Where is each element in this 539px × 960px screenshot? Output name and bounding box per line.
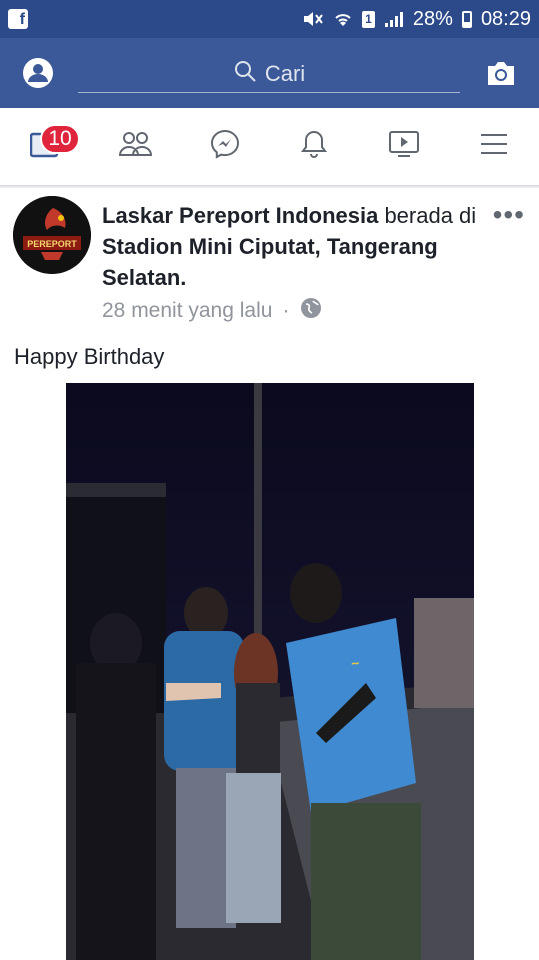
menu-icon: [479, 132, 509, 161]
tab-news-feed[interactable]: 10: [0, 108, 90, 185]
search-input[interactable]: Cari: [78, 55, 460, 93]
friends-icon: [118, 130, 152, 163]
location-link[interactable]: Stadion Mini Ciputat, Tangerang Selatan.: [102, 234, 438, 290]
more-options-icon[interactable]: •••: [493, 201, 525, 229]
globe-icon: [299, 296, 323, 326]
profile-icon[interactable]: [22, 57, 54, 89]
connector-text: berada di: [378, 203, 477, 228]
wifi-icon: [333, 10, 353, 28]
search-icon: [233, 59, 257, 89]
bell-icon: [300, 129, 328, 164]
tab-menu[interactable]: [449, 108, 539, 185]
tab-video[interactable]: [359, 108, 449, 185]
page-name-link[interactable]: Laskar Pereport Indonesia: [102, 203, 378, 228]
post-header: Laskar Pereport Indonesia berada di Stad…: [102, 200, 497, 293]
status-bar: f 1 28% 08:29: [0, 0, 539, 38]
post-caption: Happy Birthday: [14, 344, 165, 369]
video-frame: ~: [66, 383, 474, 960]
post-time[interactable]: 28 menit yang lalu: [102, 299, 272, 323]
post-card: PEREPORT Laskar Pereport Indonesia berad…: [0, 188, 539, 960]
post-meta: 28 menit yang lalu ·: [102, 296, 323, 326]
notification-badge: 10: [40, 124, 80, 154]
facebook-app-icon: f: [8, 9, 28, 29]
tab-messenger[interactable]: [180, 108, 270, 185]
avatar-logo-text: PEREPORT: [27, 239, 77, 249]
search-header: Cari: [0, 38, 539, 108]
tab-bar: 10: [0, 108, 539, 186]
clock: 08:29: [480, 7, 531, 30]
screen: f 1 28% 08:29 Cari 10 PEREPORT Laskar Pe…: [0, 0, 539, 960]
video-icon: [388, 129, 420, 164]
status-indicators: 1 28% 08:29: [302, 8, 531, 31]
tab-friends[interactable]: [90, 108, 180, 185]
search-placeholder: Cari: [264, 60, 306, 86]
messenger-icon: [210, 129, 240, 164]
camera-icon[interactable]: [485, 58, 517, 88]
signal-icon: [384, 10, 404, 28]
post-video[interactable]: ~: [66, 383, 474, 960]
sim-icon: 1: [361, 10, 375, 28]
battery-icon: [461, 10, 472, 28]
meta-separator: ·: [282, 299, 290, 322]
tab-notifications[interactable]: [269, 108, 359, 185]
battery-percent: 28%: [412, 7, 453, 30]
mute-icon: [302, 10, 324, 28]
page-avatar[interactable]: PEREPORT: [13, 196, 91, 274]
